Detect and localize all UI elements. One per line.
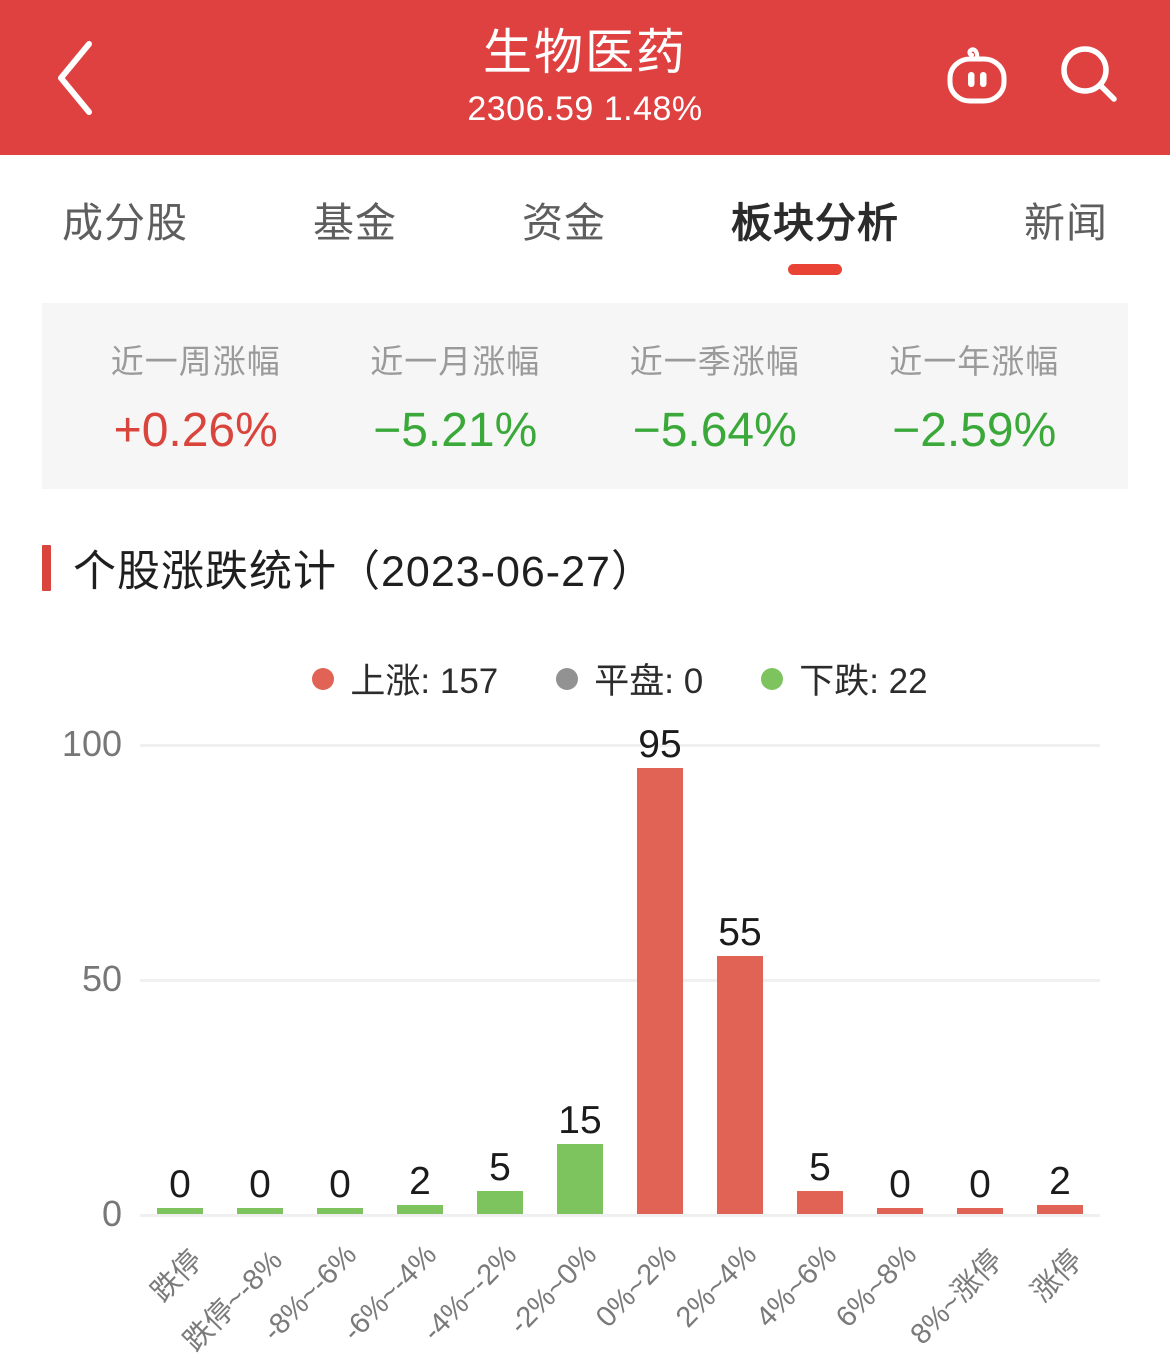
- stat-label: 近一月涨幅: [370, 342, 541, 380]
- bar[interactable]: 5: [477, 1148, 523, 1214]
- x-axis-tick-label: 涨停: [1025, 1244, 1089, 1309]
- bar-cell[interactable]: 15: [540, 744, 620, 1214]
- bar-value-label: 95: [638, 722, 682, 766]
- tab-capital[interactable]: 资金: [522, 189, 606, 275]
- x-axis-tick-label: 跌停: [145, 1244, 209, 1309]
- performance-stats-panel: 近一周涨幅 +0.26% 近一月涨幅 −5.21% 近一季涨幅 −5.64% 近…: [42, 303, 1128, 489]
- tab-news[interactable]: 新闻: [1024, 189, 1108, 275]
- y-axis-tick-label: 0: [101, 1193, 122, 1234]
- chart-x-axis: 跌停 跌停~-8% -8%~-6% -6%~-4% -4%~-2% -2%~0% 0%~2%…: [140, 1231, 1100, 1361]
- legend-dot-icon: [761, 667, 784, 690]
- section-header: 个股涨跌统计（2023-06-27）: [42, 537, 1170, 599]
- bar-value-label: 15: [558, 1098, 602, 1142]
- bar-value-label: 0: [169, 1163, 191, 1206]
- search-icon: [1053, 39, 1125, 116]
- bar-cell[interactable]: 0: [860, 744, 940, 1214]
- bar-cell[interactable]: 0: [140, 744, 220, 1214]
- bar[interactable]: 5: [797, 1148, 843, 1214]
- chart-bars: 0 0 0 2 5 15 95 55 5 0 0 2: [140, 725, 1100, 1214]
- bar[interactable]: 0: [957, 1165, 1003, 1214]
- bar-cell[interactable]: 0: [940, 744, 1020, 1214]
- distribution-bar-chart: 0 0 0 2 5 15 95 55 5 0 0 2 0 50 100 跌停 跌停~-8% -8%~-6% -6…: [0, 723, 1170, 1358]
- legend-item-up[interactable]: 上涨: 157: [312, 653, 498, 704]
- search-button[interactable]: [1052, 41, 1126, 115]
- tab-label: 成分股: [62, 200, 188, 246]
- back-button[interactable]: [45, 38, 105, 118]
- chart-legend: 上涨: 157 平盘: 0 下跌: 22: [0, 653, 1170, 704]
- bar-cell[interactable]: 95: [620, 725, 700, 1214]
- bar-cell[interactable]: 55: [700, 744, 780, 1214]
- bar-cell[interactable]: 0: [220, 744, 300, 1214]
- bar-cell[interactable]: 0: [300, 744, 380, 1214]
- bar-value-label: 5: [809, 1145, 831, 1189]
- legend-item-flat[interactable]: 平盘: 0: [556, 653, 703, 704]
- legend-label: 上涨: 157: [350, 662, 499, 701]
- stat-label: 近一季涨幅: [629, 342, 800, 380]
- page-title: 生物医药: [482, 26, 687, 80]
- bar[interactable]: 0: [157, 1165, 203, 1214]
- stat-label: 近一年涨幅: [889, 342, 1060, 380]
- x-axis-tick: 8%~涨停: [905, 1231, 1020, 1361]
- stat-value: −5.64%: [632, 403, 797, 457]
- app-header: 生物医药 2306.59 1.48%: [0, 0, 1170, 155]
- robot-assistant-button[interactable]: [940, 41, 1014, 115]
- bar-value-label: 2: [409, 1159, 431, 1203]
- bar[interactable]: 0: [877, 1165, 923, 1214]
- tab-sector-analysis[interactable]: 板块分析: [731, 189, 899, 275]
- bar[interactable]: 55: [717, 913, 763, 1214]
- bar-value-label: 0: [969, 1163, 991, 1206]
- stat-quarter: 近一季涨幅 −5.64%: [585, 335, 845, 458]
- stat-week: 近一周涨幅 +0.26%: [66, 335, 326, 458]
- bar[interactable]: 2: [1037, 1162, 1083, 1214]
- bar-value-label: 2: [1049, 1159, 1071, 1203]
- header-title-block: 生物医药 2306.59 1.48%: [467, 26, 703, 128]
- tab-label: 板块分析: [731, 200, 899, 246]
- bar-cell[interactable]: 2: [380, 744, 460, 1214]
- chevron-left-icon: [53, 39, 97, 117]
- stat-label: 近一周涨幅: [110, 342, 281, 380]
- bar-cell[interactable]: 5: [780, 744, 860, 1214]
- legend-item-down[interactable]: 下跌: 22: [761, 653, 928, 704]
- bar-cell[interactable]: 2: [1020, 744, 1100, 1214]
- active-tab-indicator: [788, 264, 842, 275]
- tab-constituents[interactable]: 成分股: [62, 189, 188, 275]
- bar-value-label: 5: [489, 1145, 511, 1189]
- tab-label: 资金: [522, 200, 606, 246]
- tab-bar: 成分股 基金 资金 板块分析 新闻: [0, 155, 1170, 293]
- robot-icon: [941, 39, 1013, 116]
- stat-month: 近一月涨幅 −5.21%: [326, 335, 586, 458]
- bar[interactable]: 95: [637, 725, 683, 1214]
- tab-funds[interactable]: 基金: [313, 189, 397, 275]
- legend-label: 下跌: 22: [799, 662, 928, 701]
- index-quote: 2306.59 1.48%: [467, 90, 703, 128]
- bar-value-label: 55: [718, 910, 762, 954]
- bar-value-label: 0: [889, 1163, 911, 1206]
- bar-value-label: 0: [329, 1163, 351, 1206]
- bar[interactable]: 0: [317, 1165, 363, 1214]
- chart-plot-area: 0 0 0 2 5 15 95 55 5 0 0 2: [140, 725, 1100, 1217]
- section-title-text: 个股涨跌统计（2023-06-27）: [73, 548, 655, 596]
- stat-value: −5.21%: [373, 403, 538, 457]
- x-axis-tick: 涨停: [1020, 1231, 1100, 1361]
- tab-label: 新闻: [1024, 200, 1108, 246]
- stat-value: −2.59%: [892, 403, 1057, 457]
- legend-label: 平盘: 0: [594, 662, 704, 701]
- header-actions: [940, 41, 1126, 115]
- stat-value: +0.26%: [113, 403, 278, 457]
- legend-dot-icon: [312, 667, 335, 690]
- gridline: [140, 1214, 1100, 1217]
- stat-year: 近一年涨幅 −2.59%: [845, 335, 1105, 458]
- section-accent-bar: [42, 545, 51, 591]
- bar[interactable]: 15: [557, 1101, 603, 1214]
- bar[interactable]: 0: [237, 1165, 283, 1214]
- bar-cell[interactable]: 5: [460, 744, 540, 1214]
- bar-value-label: 0: [249, 1163, 271, 1206]
- y-axis-tick-label: 100: [61, 723, 122, 764]
- bar[interactable]: 2: [397, 1162, 443, 1214]
- y-axis-tick-label: 50: [81, 958, 122, 999]
- tab-label: 基金: [313, 200, 397, 246]
- legend-dot-icon: [556, 667, 579, 690]
